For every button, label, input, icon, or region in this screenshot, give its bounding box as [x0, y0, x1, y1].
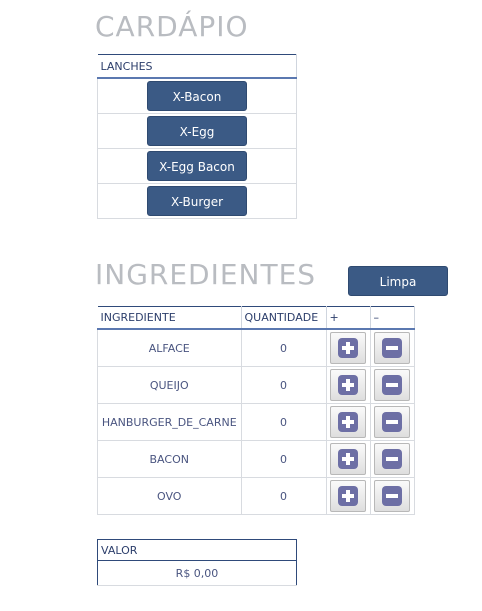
plus-icon	[338, 412, 358, 432]
decrease-button[interactable]	[374, 443, 410, 475]
menu-header: LANCHES	[97, 54, 297, 79]
ingredient-name: QUEIJO	[97, 366, 242, 404]
minus-icon	[382, 412, 402, 432]
minus-icon	[382, 449, 402, 469]
decrease-button[interactable]	[374, 480, 410, 512]
ingredient-row: QUEIJO 0	[97, 366, 415, 404]
increase-button[interactable]	[330, 480, 366, 512]
ingredient-row: BACON 0	[97, 440, 415, 478]
ingredient-quantity: 0	[241, 403, 327, 441]
decrease-button[interactable]	[374, 406, 410, 438]
menu-item-x-egg-button[interactable]: X-Egg	[147, 116, 247, 146]
menu-item-x-egg-bacon-button[interactable]: X-Egg Bacon	[147, 151, 247, 181]
increase-button[interactable]	[330, 443, 366, 475]
ingredient-row: HANBURGER_DE_CARNE 0	[97, 403, 415, 441]
ingredient-name: HANBURGER_DE_CARNE	[97, 403, 242, 441]
ingredient-name: ALFACE	[97, 329, 242, 367]
value-header: VALOR	[97, 539, 297, 561]
ingredient-column-header: INGREDIENTE	[97, 306, 242, 330]
menu-title: CARDÁPIO	[95, 10, 249, 43]
ingredients-table: INGREDIENTE QUANTIDADE + – ALFACE 0 QUEIJO…	[97, 306, 415, 515]
menu-item-x-bacon-button[interactable]: X-Bacon	[147, 81, 247, 111]
menu-row: X-Egg Bacon	[97, 148, 297, 184]
minus-icon	[382, 486, 402, 506]
plus-icon	[338, 375, 358, 395]
ingredient-name: BACON	[97, 440, 242, 478]
ingredients-title: INGREDIENTES	[95, 258, 317, 291]
menu-row: X-Bacon	[97, 78, 297, 114]
minus-icon	[382, 338, 402, 358]
ingredient-quantity: 0	[241, 440, 327, 478]
quantity-column-header: QUANTIDADE	[241, 306, 327, 330]
increase-button[interactable]	[330, 369, 366, 401]
ingredient-quantity: 0	[241, 366, 327, 404]
plus-icon	[338, 338, 358, 358]
plus-icon	[338, 449, 358, 469]
ingredient-quantity: 0	[241, 477, 327, 515]
minus-icon	[382, 375, 402, 395]
decrease-button[interactable]	[374, 332, 410, 364]
plus-icon	[338, 486, 358, 506]
ingredient-quantity: 0	[241, 329, 327, 367]
total-value: R$ 0,00	[97, 560, 297, 586]
ingredient-row: ALFACE 0	[97, 329, 415, 367]
minus-column-header: –	[370, 306, 415, 330]
decrease-button[interactable]	[374, 369, 410, 401]
increase-button[interactable]	[330, 406, 366, 438]
ingredient-row: OVO 0	[97, 477, 415, 515]
clear-button[interactable]: Limpa	[348, 266, 448, 296]
ingredient-name: OVO	[97, 477, 242, 515]
menu-row: X-Egg	[97, 113, 297, 149]
increase-button[interactable]	[330, 332, 366, 364]
plus-column-header: +	[326, 306, 371, 330]
value-table: VALOR R$ 0,00	[97, 539, 297, 586]
menu-row: X-Burger	[97, 183, 297, 219]
menu-table: LANCHES X-Bacon X-Egg X-Egg Bacon X-Burg…	[97, 54, 297, 219]
menu-item-x-burger-button[interactable]: X-Burger	[147, 186, 247, 216]
